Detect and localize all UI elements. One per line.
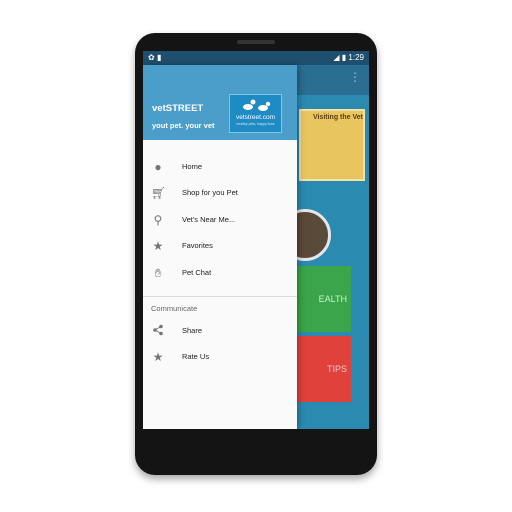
star-icon: ★	[152, 350, 164, 364]
menu-item-label: Vet's Near Me...	[182, 215, 236, 224]
paw-icon: ✿	[148, 53, 155, 62]
screen: ✿ ▮ ◢ ▮ 1:29 ⋮ Visiting the Vet EALTH TI…	[143, 51, 369, 429]
sd-card-icon: ▮	[156, 53, 162, 62]
menu-item-rate-us[interactable]: ★ Rate Us	[143, 346, 297, 370]
health-tile[interactable]: EALTH	[293, 266, 351, 332]
menu-item-label: Shop for you Pet	[182, 188, 238, 197]
phone-frame: ✿ ▮ ◢ ▮ 1:29 ⋮ Visiting the Vet EALTH TI…	[135, 33, 377, 475]
status-left-icons: ✿ ▮	[148, 53, 161, 62]
menu-item-vets-near-me[interactable]: ⚲ Vet's Near Me...	[143, 209, 297, 233]
menu-divider	[143, 296, 297, 297]
menu-item-favorites[interactable]: ★ Favorites	[143, 235, 297, 259]
app-name: vetSTREET	[152, 103, 204, 114]
info-alert-icon: ●	[154, 160, 162, 174]
menu-item-label: Rate Us	[182, 352, 210, 361]
tips-label: TIPS	[326, 364, 347, 374]
star-icon: ★	[152, 239, 164, 253]
card-title: Visiting the Vet	[312, 114, 363, 121]
status-right: ◢ ▮ 1:29	[333, 53, 364, 62]
menu-item-home[interactable]: ● Home	[143, 156, 297, 180]
logo-subtext: healthy pets, happy lives	[236, 122, 275, 126]
app-tagline: yout pet. your vet	[152, 121, 215, 130]
share-icon	[151, 324, 165, 338]
signal-icon: ◢	[333, 53, 340, 62]
menu-item-pet-chat[interactable]: ✋︎ Pet Chat	[143, 262, 297, 286]
phone-speaker	[237, 40, 275, 44]
navigation-drawer: vetSTREET yout pet. your vet vetstreet.c…	[143, 65, 297, 429]
more-vert-icon[interactable]: ⋮	[349, 71, 361, 83]
visiting-vet-card[interactable]: Visiting the Vet	[299, 109, 365, 181]
menu-item-share[interactable]: Share	[143, 320, 297, 344]
status-bar: ✿ ▮ ◢ ▮ 1:29	[143, 51, 369, 65]
drawer-header: vetSTREET yout pet. your vet vetstreet.c…	[143, 65, 297, 140]
logo-text: vetstreet.com	[235, 114, 275, 121]
location-pin-icon: ⚲	[153, 213, 163, 227]
status-time: 1:29	[348, 53, 364, 62]
battery-icon: ▮	[341, 53, 347, 62]
hand-icon: ✋︎	[154, 266, 162, 280]
tips-tile[interactable]: TIPS	[293, 336, 351, 402]
menu-item-label: Favorites	[182, 241, 213, 250]
menu-item-shop[interactable]: 🛒︎ Shop for you Pet	[143, 182, 297, 206]
section-header-communicate: Communicate	[151, 304, 198, 313]
cart-icon: 🛒︎	[151, 186, 167, 200]
menu-item-label: Share	[182, 326, 203, 335]
pets-logo-icon	[243, 99, 271, 111]
menu-item-label: Home	[182, 162, 203, 171]
menu-item-label: Pet Chat	[182, 268, 212, 277]
health-label: EALTH	[318, 294, 347, 304]
vetstreet-logo: vetstreet.com healthy pets, happy lives	[229, 94, 282, 133]
